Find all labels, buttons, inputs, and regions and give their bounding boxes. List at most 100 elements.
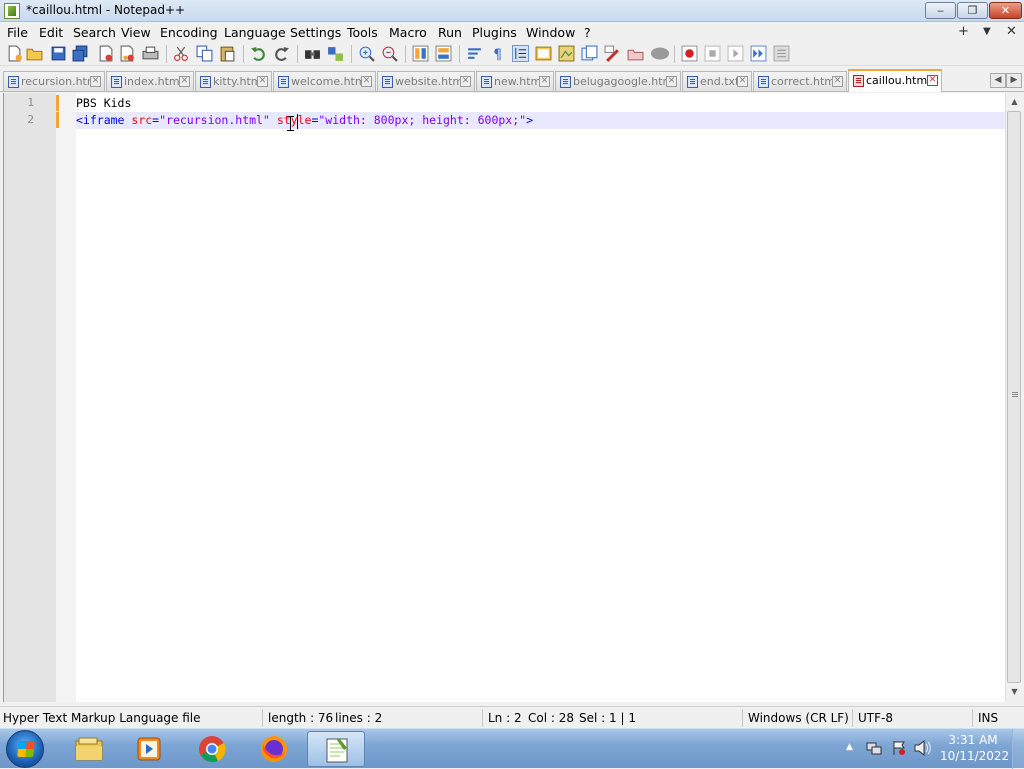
tab-end-txt[interactable]: end.txt ✕ xyxy=(682,71,752,91)
tab-recursion-html[interactable]: recursion.html ✕ xyxy=(3,71,105,91)
tab-close-icon[interactable]: ✕ xyxy=(737,76,748,87)
code-line-2[interactable]: <iframe src="recursion.html" style="widt… xyxy=(76,113,533,130)
zoom-in-icon[interactable] xyxy=(358,45,375,62)
close-button[interactable]: ✕ xyxy=(989,2,1022,19)
folder-workspace-icon[interactable] xyxy=(604,45,621,62)
print-icon[interactable] xyxy=(142,45,159,62)
network-icon[interactable] xyxy=(866,740,882,756)
word-wrap-icon[interactable] xyxy=(466,45,483,62)
tab-welcome-html[interactable]: welcome.html ✕ xyxy=(273,71,376,91)
play-macro-icon[interactable] xyxy=(727,45,744,62)
zoom-out-icon[interactable] xyxy=(381,45,398,62)
tab-close-icon[interactable]: ✕ xyxy=(666,76,677,87)
status-insert-mode[interactable]: INS xyxy=(978,711,998,725)
tab-close-icon[interactable]: ✕ xyxy=(927,75,938,86)
action-center-flag-icon[interactable] xyxy=(891,740,907,756)
indent-guide-icon[interactable] xyxy=(512,45,529,62)
restore-button[interactable]: ❐ xyxy=(957,2,988,19)
taskbar-file-explorer[interactable] xyxy=(60,731,118,767)
toolbar: ¶ xyxy=(0,42,1024,66)
monitoring-icon[interactable] xyxy=(627,45,644,62)
vertical-scrollbar[interactable]: ▲ ▼ xyxy=(1005,93,1022,702)
save-macro-icon[interactable] xyxy=(773,45,790,62)
cut-icon[interactable] xyxy=(173,45,190,62)
record-macro-icon[interactable] xyxy=(681,45,698,62)
stop-macro-icon[interactable] xyxy=(704,45,721,62)
menu-search[interactable]: Search xyxy=(73,25,116,40)
menu-encoding[interactable]: Encoding xyxy=(160,25,218,40)
replace-icon[interactable] xyxy=(327,45,344,62)
redo-icon[interactable] xyxy=(273,45,290,62)
tab-list-dropdown[interactable]: ▼ xyxy=(983,26,991,37)
taskbar-chrome[interactable] xyxy=(183,731,241,767)
copy-icon[interactable] xyxy=(196,45,213,62)
minimize-button[interactable]: ‒ xyxy=(925,2,956,19)
tab-scroll-right-button[interactable]: ▶ xyxy=(1006,73,1022,88)
tab-belugagoogle-html[interactable]: belugagoogle.html ✕ xyxy=(555,71,681,91)
monitoring-eye-icon[interactable] xyxy=(650,45,670,62)
scroll-down-button[interactable]: ▼ xyxy=(1006,683,1023,700)
taskbar-firefox[interactable] xyxy=(245,731,303,767)
paste-icon[interactable] xyxy=(219,45,236,62)
menu-view[interactable]: View xyxy=(121,25,151,40)
run-macro-multiple-icon[interactable] xyxy=(750,45,767,62)
tab-close-icon[interactable]: ✕ xyxy=(832,76,843,87)
menu-run[interactable]: Run xyxy=(438,25,462,40)
menu-window[interactable]: Window xyxy=(526,25,575,40)
menu-tools[interactable]: Tools xyxy=(347,25,378,40)
scroll-up-button[interactable]: ▲ xyxy=(1006,93,1023,110)
tab-index-html[interactable]: index.html ✕ xyxy=(106,71,194,91)
status-divider xyxy=(482,709,483,727)
undo-icon[interactable] xyxy=(250,45,267,62)
udl-icon[interactable] xyxy=(535,45,552,62)
tab-close-icon[interactable]: ✕ xyxy=(460,76,471,87)
open-file-icon[interactable] xyxy=(26,45,43,62)
show-all-chars-icon[interactable]: ¶ xyxy=(489,45,506,62)
scrollbar-grip-icon xyxy=(1012,392,1018,393)
system-clock[interactable]: 3:31 AM 10/11/2022 xyxy=(940,732,1009,764)
function-list-icon[interactable] xyxy=(581,45,598,62)
tab-scroll-left-button[interactable]: ◀ xyxy=(990,73,1006,88)
start-button[interactable] xyxy=(6,730,44,768)
tab-close-icon[interactable]: ✕ xyxy=(257,76,268,87)
menu-plugins[interactable]: Plugins xyxy=(472,25,517,40)
tab-caillou-html[interactable]: caillou.html ✕ xyxy=(848,69,942,92)
save-icon[interactable] xyxy=(50,45,67,62)
menu-help[interactable]: ? xyxy=(584,25,591,40)
show-desktop-button[interactable] xyxy=(1012,729,1024,769)
code-editor[interactable]: 1 2 PBS Kids <iframe src="recursion.html… xyxy=(3,93,1006,702)
close-all-icon[interactable] xyxy=(119,45,136,62)
taskbar-media-player[interactable] xyxy=(120,731,178,767)
menu-edit[interactable]: Edit xyxy=(39,25,63,40)
scrollbar-thumb[interactable] xyxy=(1007,111,1021,683)
tab-kitty-htm[interactable]: kitty.htm ✕ xyxy=(195,71,272,91)
ibeam-cursor-icon xyxy=(287,116,294,131)
taskbar-notepad-plus-plus[interactable] xyxy=(307,731,365,767)
show-hidden-icons-button[interactable]: ▲ xyxy=(846,742,853,752)
tab-new-htm[interactable]: new.htm ✕ xyxy=(476,71,554,91)
tab-close-icon[interactable]: ✕ xyxy=(539,76,550,87)
tab-correct-html[interactable]: correct.html ✕ xyxy=(753,71,847,91)
status-eol[interactable]: Windows (CR LF) xyxy=(748,711,849,725)
status-encoding[interactable]: UTF-8 xyxy=(858,711,893,725)
sync-horizontal-icon[interactable] xyxy=(435,45,452,62)
sync-vertical-icon[interactable] xyxy=(412,45,429,62)
tab-close-icon[interactable]: ✕ xyxy=(179,76,190,87)
menu-file[interactable]: File xyxy=(7,25,28,40)
new-tab-button[interactable]: + xyxy=(958,24,969,39)
menu-macro[interactable]: Macro xyxy=(389,25,427,40)
close-document-button[interactable]: ✕ xyxy=(1006,24,1017,39)
find-icon[interactable] xyxy=(304,45,321,62)
menu-settings[interactable]: Settings xyxy=(290,25,341,40)
doc-map-icon[interactable] xyxy=(558,45,575,62)
volume-icon[interactable] xyxy=(914,740,932,756)
tab-website-html[interactable]: website.html ✕ xyxy=(377,71,475,91)
code-line-1[interactable]: PBS Kids xyxy=(76,96,131,113)
menu-language[interactable]: Language xyxy=(224,25,286,40)
save-all-icon[interactable] xyxy=(72,45,89,62)
tab-close-icon[interactable]: ✕ xyxy=(361,76,372,87)
html-file-icon xyxy=(278,76,289,88)
new-file-icon[interactable] xyxy=(6,45,23,62)
close-icon[interactable] xyxy=(97,45,114,62)
tab-close-icon[interactable]: ✕ xyxy=(90,76,101,87)
